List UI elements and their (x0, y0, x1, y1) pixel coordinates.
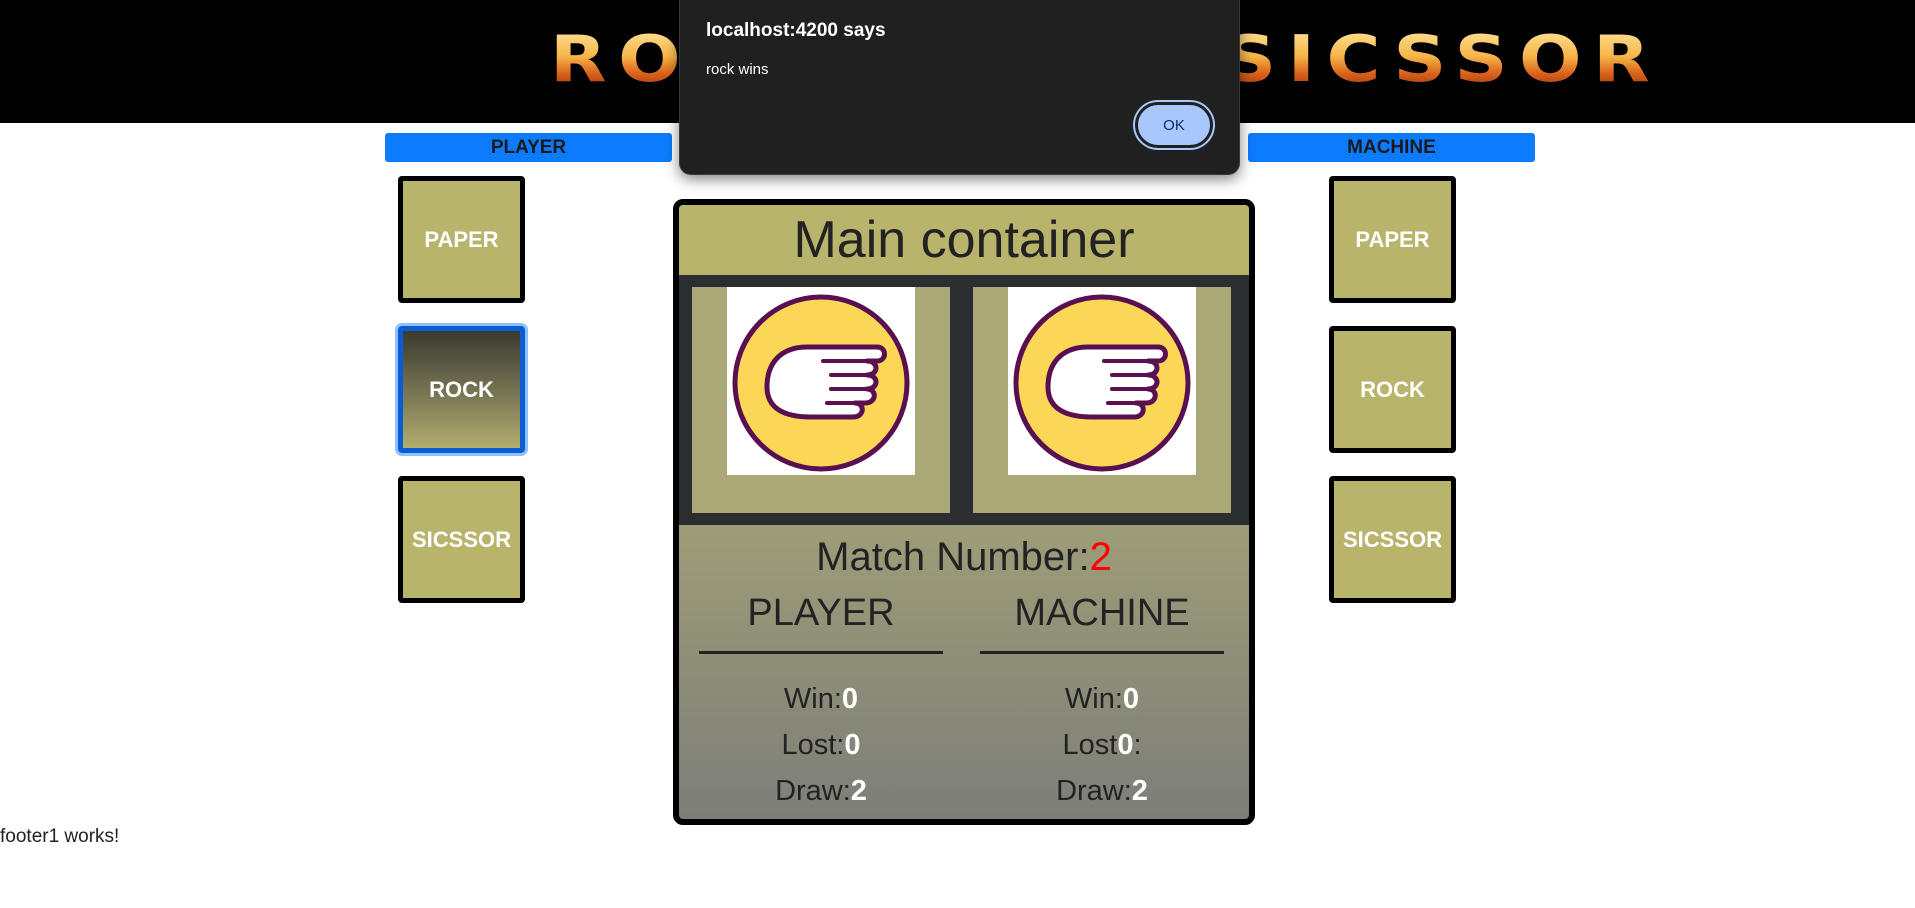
machine-score-heading: MACHINE (980, 585, 1224, 654)
machine-scissor-button[interactable]: SICSSOR (1329, 476, 1456, 603)
machine-lost-value: 0 (1117, 729, 1134, 761)
machine-panel-title: MACHINE (1248, 133, 1535, 162)
machine-paper-button[interactable]: PAPER (1329, 176, 1456, 303)
player-scissor-button[interactable]: SICSSOR (398, 476, 525, 603)
match-label: Match Number: (816, 535, 1090, 579)
player-draw: Draw:2 (699, 768, 943, 814)
player-draw-value: 2 (850, 775, 867, 807)
player-score-heading: PLAYER (699, 585, 943, 654)
machine-win-value: 0 (1122, 683, 1140, 715)
player-lost-value: 0 (844, 729, 861, 761)
machine-hand-slot (973, 287, 1231, 513)
machine-draw: Draw:2 (980, 768, 1224, 814)
machine-lost-label: Lost (1062, 729, 1118, 761)
player-lost: Lost:0 (699, 722, 943, 768)
machine-win-label: Win: (1064, 683, 1123, 715)
machine-win: Win:0 (980, 676, 1224, 722)
player-score-column: PLAYER Win:0 Lost:0 Draw:2 (699, 585, 943, 814)
machine-draw-label: Draw: (1056, 775, 1132, 807)
machine-rock-button[interactable]: ROCK (1329, 326, 1456, 453)
match-number: Match Number:2 (679, 525, 1249, 589)
rock-hand-icon (1008, 287, 1196, 475)
footer-text: footer1 works! (0, 826, 120, 847)
player-win-label: Win: (783, 683, 842, 715)
player-lost-label: Lost: (781, 729, 845, 761)
dialog-message: rock wins (706, 61, 769, 78)
player-panel-title: PLAYER (385, 133, 672, 162)
arena (679, 275, 1249, 525)
main-container: Main container Match Number:2 PLAYER Win… (673, 199, 1255, 825)
player-win-value: 0 (841, 683, 859, 715)
rock-hand-icon (727, 287, 915, 475)
machine-score-column: MACHINE Win:0 Lost0: Draw:2 (980, 585, 1224, 814)
machine-lost-suffix: : (1133, 729, 1142, 761)
player-draw-label: Draw: (775, 775, 851, 807)
player-paper-button[interactable]: PAPER (398, 176, 525, 303)
player-hand-slot (692, 287, 950, 513)
machine-draw-value: 2 (1131, 775, 1148, 807)
player-rock-button[interactable]: ROCK (398, 326, 525, 453)
machine-lost: Lost0: (980, 722, 1224, 768)
main-title: Main container (679, 205, 1249, 275)
alert-dialog: localhost:4200 says rock wins OK (679, 0, 1240, 175)
ok-button[interactable]: OK (1135, 102, 1213, 148)
player-win: Win:0 (699, 676, 943, 722)
match-number-value: 2 (1089, 535, 1112, 579)
dialog-title: localhost:4200 says (706, 20, 886, 41)
